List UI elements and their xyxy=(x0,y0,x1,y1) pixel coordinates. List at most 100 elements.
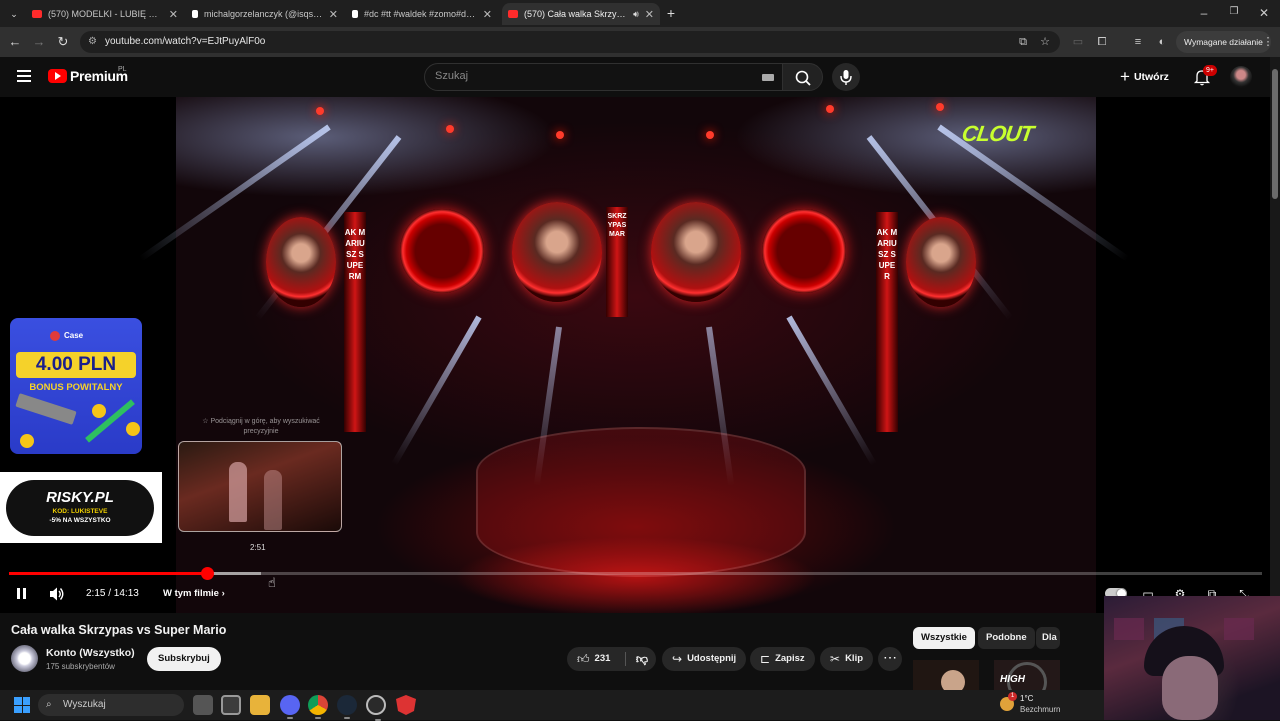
clout-overlay-logo: CLOUT xyxy=(960,121,1035,146)
logo-country-code: PL xyxy=(118,66,127,73)
channel-name[interactable]: Konto (Wszystko) xyxy=(46,647,135,659)
weather-widget[interactable]: 1 1°C Bezchmurn xyxy=(1000,692,1100,718)
like-button[interactable]: 👍︎ 231 xyxy=(567,647,625,671)
required-action-button[interactable]: Wymagane działanie xyxy=(1176,31,1271,53)
fighter-screen xyxy=(906,217,976,307)
seek-preview-thumbnail xyxy=(178,441,342,532)
tab-title: michalgorzelanczyk (@isqscyg) xyxy=(204,9,323,19)
ad-case-banner[interactable]: Case 4.00 PLN BONUS POWITALNY xyxy=(10,318,142,454)
chip-all[interactable]: Wszystkie xyxy=(913,627,975,649)
extensions-icon[interactable]: ⧠ xyxy=(1095,35,1109,49)
back-icon[interactable]: ← xyxy=(7,34,23,50)
high-badge: HIGH xyxy=(1000,674,1025,685)
file-explorer-icon[interactable] xyxy=(250,695,270,715)
taskbar-search[interactable]: ⌕ Wyszukaj xyxy=(38,694,184,716)
chrome-icon[interactable] xyxy=(308,695,328,719)
pause-button[interactable] xyxy=(15,585,29,603)
steam-icon[interactable] xyxy=(337,695,357,719)
windows-start-icon[interactable] xyxy=(14,697,30,713)
background-shelf xyxy=(1114,618,1144,640)
recommended-video-thumbnail[interactable] xyxy=(913,660,1060,690)
channel-avatar[interactable] xyxy=(11,645,38,672)
obs-icon[interactable] xyxy=(366,695,386,721)
pillar-text-left: AK MARIUSZ SUPERM xyxy=(344,228,366,281)
browser-tab-2[interactable]: michalgorzelanczyk (@isqscyg) ✕ xyxy=(186,3,344,25)
weather-temperature: 1°C xyxy=(1020,694,1034,703)
seek-preview-time: 2:51 xyxy=(250,543,266,552)
taskbar-search-label: Wyszukaj xyxy=(63,699,106,710)
url-text: youtube.com/watch?v=EJtPuyAlF0o xyxy=(105,36,266,47)
chapters-button[interactable]: W tym filmie › xyxy=(163,585,225,603)
media-controls-icon[interactable]: ≡ xyxy=(1131,35,1145,49)
more-actions-button[interactable]: ⋯ xyxy=(878,647,902,671)
discord-icon[interactable] xyxy=(280,695,300,719)
search-input[interactable] xyxy=(435,70,735,82)
ad-risky-banner[interactable]: RISKY.PL KOD: LUKISTEVE -5% NA WSZYSTKO xyxy=(0,472,162,543)
scrollbar-thumb[interactable] xyxy=(1272,69,1278,199)
speaker-icon[interactable]: 🔊︎ xyxy=(633,9,639,20)
create-label: Utwórz xyxy=(1133,71,1169,83)
hamburger-menu-icon[interactable] xyxy=(17,70,31,82)
fighter-screen xyxy=(651,202,741,302)
close-tab-icon[interactable]: ✕ xyxy=(169,8,178,21)
widgets-icon[interactable] xyxy=(221,695,241,715)
create-button[interactable]: + Utwórz xyxy=(1120,65,1169,89)
close-tab-icon[interactable]: ✕ xyxy=(483,8,492,21)
youtube-logo-icon[interactable] xyxy=(48,69,67,83)
tiktok-icon xyxy=(192,10,198,18)
ad-risky-code: KOD: LUKISTEVE xyxy=(52,508,108,515)
save-button[interactable]: ⊏ Zapisz xyxy=(750,647,815,671)
like-count: 231 xyxy=(594,653,611,664)
ad-amount: 4.00 PLN xyxy=(16,352,136,378)
volume-button[interactable] xyxy=(49,585,65,603)
restore-icon[interactable]: ❐ xyxy=(1226,6,1242,17)
search-button[interactable] xyxy=(782,63,823,91)
clout-circle-screen xyxy=(400,209,484,293)
browser-menu-icon[interactable]: ⋮ xyxy=(1261,35,1275,49)
address-bar[interactable]: ⚙︎ youtube.com/watch?v=EJtPuyAlF0o ⧉ ☆ xyxy=(80,31,1060,53)
fighter-screen xyxy=(266,217,336,307)
close-tab-icon[interactable]: ✕ xyxy=(645,8,654,21)
install-app-icon[interactable]: ⧉ xyxy=(1016,35,1030,49)
ad-risky-discount: -5% NA WSZYSTKO xyxy=(49,517,111,524)
close-window-icon[interactable]: ✕ xyxy=(1256,6,1272,20)
search-box xyxy=(424,63,783,91)
close-tab-icon[interactable]: ✕ xyxy=(329,8,338,21)
mouse-cursor-icon: ☝︎ xyxy=(268,575,276,590)
site-info-icon[interactable]: ⚙︎ xyxy=(88,36,97,47)
browser-tab-1[interactable]: (570) MODELKI - LUBIĘ CIĘ JAK ✕ xyxy=(26,3,184,25)
reload-icon[interactable]: ↻ xyxy=(55,34,71,50)
tab-title: #dc #tt #waldek #zomo#dobro xyxy=(364,9,477,19)
clip-button[interactable]: ✂ Klip xyxy=(820,647,874,671)
pillar-text-center: SKRZYPAS MAR xyxy=(607,213,627,238)
stage-led xyxy=(316,107,324,115)
keyboard-icon[interactable] xyxy=(762,74,774,81)
video-player[interactable]: AK MARIUSZ SUPERM SKRZYPAS MAR AK MARIUS… xyxy=(0,97,1270,613)
user-avatar[interactable] xyxy=(1230,66,1252,88)
task-view-icon[interactable] xyxy=(193,695,213,715)
dislike-button[interactable]: 👎︎ xyxy=(631,647,653,671)
weather-condition: Bezchmurn xyxy=(1020,705,1061,714)
security-shield-icon[interactable] xyxy=(396,695,416,715)
profile-icon[interactable]: ◐ xyxy=(1155,35,1169,49)
streamer-face xyxy=(1162,656,1218,720)
stage-led xyxy=(556,131,564,139)
voice-search-button[interactable] xyxy=(832,63,860,91)
share-button[interactable]: ↪ Udostępnij xyxy=(662,647,747,671)
chip-related[interactable]: Podobne xyxy=(978,627,1035,649)
browser-tab-3[interactable]: #dc #tt #waldek #zomo#dobro ✕ xyxy=(346,3,498,25)
new-tab-icon[interactable]: + xyxy=(663,5,679,21)
time-display: 2:15 / 14:13 xyxy=(86,588,139,599)
youtube-icon xyxy=(508,10,518,18)
minimize-icon[interactable]: – xyxy=(1196,6,1212,20)
coin-icon xyxy=(92,404,106,418)
progress-bar[interactable] xyxy=(9,567,1262,580)
background-shelf xyxy=(1224,618,1254,640)
chip-for-you[interactable]: Dla xyxy=(1036,627,1060,649)
bookmark-star-icon[interactable]: ☆ xyxy=(1038,35,1052,49)
video-title: Cała walka Skrzypas vs Super Mario xyxy=(11,623,227,637)
tab-search-chevron-icon[interactable]: ⌄ xyxy=(6,6,22,22)
browser-tab-4-active[interactable]: (570) Cała walka Skrzypas v 🔊︎ ✕ xyxy=(502,3,660,25)
subscribe-button[interactable]: Subskrybuj xyxy=(147,647,221,671)
forward-icon[interactable]: → xyxy=(31,34,47,50)
